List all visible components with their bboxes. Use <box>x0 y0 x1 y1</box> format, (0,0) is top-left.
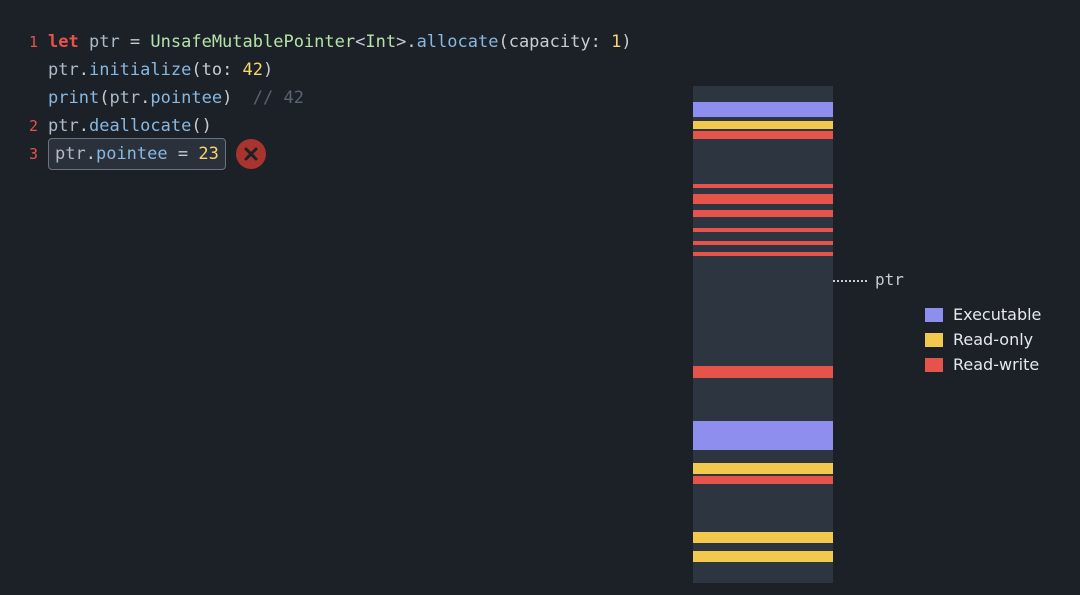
memory-stripe-rw <box>693 131 833 139</box>
angle-close-dot: >. <box>396 28 416 56</box>
legend-row-readonly: Read-only <box>925 327 1041 352</box>
colon: : <box>591 28 611 56</box>
code-line-5: 3 ptr . pointee = 23 <box>18 140 632 168</box>
legend-row-executable: Executable <box>925 302 1041 327</box>
memory-stripe-rw <box>693 210 833 217</box>
space <box>79 28 89 56</box>
literal-1: 1 <box>611 28 621 56</box>
code-block: 1 let ptr = UnsafeMutablePointer < Int >… <box>18 28 632 168</box>
prop-pointee: pointee <box>96 140 168 168</box>
memory-stripe-ro <box>693 532 833 543</box>
line-number: 3 <box>18 140 38 168</box>
equals: = <box>168 140 199 168</box>
legend-row-readwrite: Read-write <box>925 352 1041 377</box>
ident-ptr: ptr <box>48 56 79 84</box>
fn-initialize: initialize <box>89 56 191 84</box>
error-highlight: ptr . pointee = 23 <box>48 138 226 170</box>
swatch-readonly <box>925 333 943 347</box>
memory-stripe-ro <box>693 121 833 129</box>
ident-ptr: ptr <box>109 84 140 112</box>
line-number: 1 <box>18 28 38 56</box>
param-to: to <box>202 56 222 84</box>
code-line-2: . ptr . initialize ( to : 42 ) <box>18 56 632 84</box>
code-line-3: . print ( ptr . pointee ) // 42 <box>18 84 632 112</box>
paren-close: ) <box>222 84 232 112</box>
legend: Executable Read-only Read-write <box>925 302 1041 377</box>
type-int: Int <box>365 28 396 56</box>
line-number: . <box>18 56 38 84</box>
line-number: 2 <box>18 112 38 140</box>
memory-stripe-rw <box>693 228 833 232</box>
memory-stripe-exec <box>693 102 833 117</box>
line-number: . <box>18 84 38 112</box>
fn-print: print <box>48 84 99 112</box>
colon: : <box>222 56 242 84</box>
error-icon <box>236 139 266 169</box>
swatch-readwrite <box>925 358 943 372</box>
dot: . <box>86 140 96 168</box>
memory-column <box>693 86 833 583</box>
ptr-pointer-label: ptr <box>875 270 904 289</box>
paren-close: ) <box>621 28 631 56</box>
dot: . <box>79 112 89 140</box>
legend-label: Executable <box>953 305 1041 324</box>
ident-ptr: ptr <box>89 28 120 56</box>
prop-pointee: pointee <box>150 84 222 112</box>
ptr-pointer-line <box>833 280 867 282</box>
paren-close: ) <box>263 56 273 84</box>
paren-open: ( <box>498 28 508 56</box>
legend-label: Read-write <box>953 355 1039 374</box>
memory-stripe-rw <box>693 366 833 378</box>
code-line-4: 2 ptr . deallocate () <box>18 112 632 140</box>
memory-stripe-rw <box>693 476 833 484</box>
paren-open: ( <box>191 56 201 84</box>
dot: . <box>140 84 150 112</box>
angle-open: < <box>355 28 365 56</box>
memory-stripe-ro <box>693 463 833 474</box>
literal-42: 42 <box>243 56 263 84</box>
space <box>232 84 252 112</box>
param-capacity: capacity <box>509 28 591 56</box>
type-ump: UnsafeMutablePointer <box>150 28 355 56</box>
paren-open: ( <box>99 84 109 112</box>
legend-label: Read-only <box>953 330 1033 349</box>
ident-ptr: ptr <box>48 112 79 140</box>
dot: . <box>79 56 89 84</box>
comment: // 42 <box>253 84 304 112</box>
code-line-1: 1 let ptr = UnsafeMutablePointer < Int >… <box>18 28 632 56</box>
swatch-executable <box>925 308 943 322</box>
equals: = <box>120 28 151 56</box>
fn-allocate: allocate <box>417 28 499 56</box>
fn-deallocate: deallocate <box>89 112 191 140</box>
memory-stripe-rw <box>693 184 833 188</box>
memory-stripe-ro <box>693 551 833 562</box>
ident-ptr: ptr <box>55 140 86 168</box>
memory-stripe-rw <box>693 252 833 256</box>
memory-stripe-rw <box>693 194 833 204</box>
literal-23: 23 <box>198 140 218 168</box>
memory-stripe-exec <box>693 421 833 450</box>
keyword-let: let <box>48 28 79 56</box>
parens: () <box>191 112 211 140</box>
memory-stripe-rw <box>693 241 833 245</box>
